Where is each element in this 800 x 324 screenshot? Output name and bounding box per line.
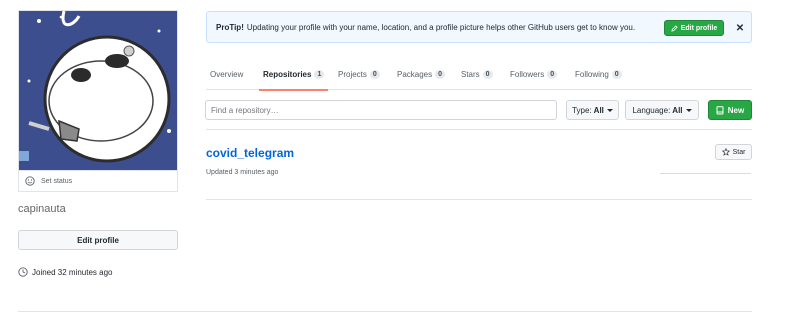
- divider: [206, 129, 752, 130]
- repo-updated-text: Updated 3 minutes ago: [206, 169, 279, 176]
- tab-label: Stars: [461, 69, 480, 79]
- star-label: Star: [732, 148, 746, 156]
- tab-followers[interactable]: Followers 0: [510, 58, 558, 90]
- tab-stars[interactable]: Stars 0: [461, 58, 493, 90]
- tab-projects[interactable]: Projects 0: [338, 58, 380, 90]
- tab-count: 0: [547, 69, 558, 79]
- tab-count: 1: [314, 69, 325, 79]
- new-button-label: New: [727, 105, 745, 115]
- type-filter-label: Type:: [572, 105, 592, 115]
- tab-packages[interactable]: Packages 0: [397, 58, 446, 90]
- language-filter-value: All: [672, 105, 683, 115]
- tab-repositories[interactable]: Repositories 1: [258, 58, 329, 91]
- divider: [206, 199, 752, 200]
- set-status-button[interactable]: Set status: [18, 170, 178, 192]
- tab-label: Followers: [510, 69, 545, 79]
- tab-label: Packages: [397, 69, 433, 79]
- tab-following[interactable]: Following 0: [575, 58, 622, 90]
- star-icon: [721, 148, 730, 156]
- protip-edit-label: Edit profile: [680, 24, 718, 32]
- tab-count: 0: [369, 69, 380, 79]
- username: capinauta: [18, 203, 66, 215]
- tab-overview[interactable]: Overview: [210, 58, 243, 90]
- profile-tabs: Overview Repositories 1 Projects 0 Packa…: [206, 58, 752, 91]
- repository-search-input[interactable]: [205, 100, 557, 120]
- pencil-icon: [671, 24, 678, 32]
- repo-icon: [716, 105, 724, 114]
- set-status-label: Set status: [41, 177, 73, 185]
- protip-banner: ProTip! Updating your profile with your …: [206, 11, 752, 43]
- tab-label: Repositories: [263, 69, 312, 79]
- caret-down-icon: [606, 108, 613, 112]
- star-button[interactable]: Star: [715, 144, 752, 160]
- joined-text: Joined 32 minutes ago: [32, 267, 113, 277]
- type-filter-value: All: [593, 105, 604, 115]
- tab-label: Overview: [210, 69, 244, 79]
- activity-graph: [660, 173, 751, 174]
- protip-text: Updating your profile with your name, lo…: [246, 22, 636, 32]
- tab-label: Following: [575, 69, 609, 79]
- caret-down-icon: [685, 108, 692, 112]
- footer-divider: [18, 311, 752, 312]
- tab-label: Projects: [338, 69, 367, 79]
- language-filter-label: Language:: [632, 105, 671, 115]
- avatar[interactable]: [18, 10, 178, 170]
- edit-profile-button[interactable]: Edit profile: [18, 230, 178, 250]
- smiley-icon: [25, 176, 35, 186]
- tab-count: 0: [435, 69, 446, 79]
- type-filter-dropdown[interactable]: Type: All: [566, 100, 619, 120]
- avatar-image: [19, 11, 177, 170]
- protip-label: ProTip!: [216, 22, 244, 32]
- tab-count: 0: [611, 69, 622, 79]
- tab-count: 0: [482, 69, 493, 79]
- clock-icon: [18, 267, 28, 277]
- new-repository-button[interactable]: New: [708, 100, 752, 120]
- language-filter-dropdown[interactable]: Language: All: [625, 100, 699, 120]
- repo-name-link[interactable]: covid_telegram: [206, 146, 294, 160]
- protip-edit-profile-button[interactable]: Edit profile: [664, 20, 724, 36]
- joined-info: Joined 32 minutes ago: [18, 267, 113, 277]
- close-icon[interactable]: ✕: [733, 20, 747, 36]
